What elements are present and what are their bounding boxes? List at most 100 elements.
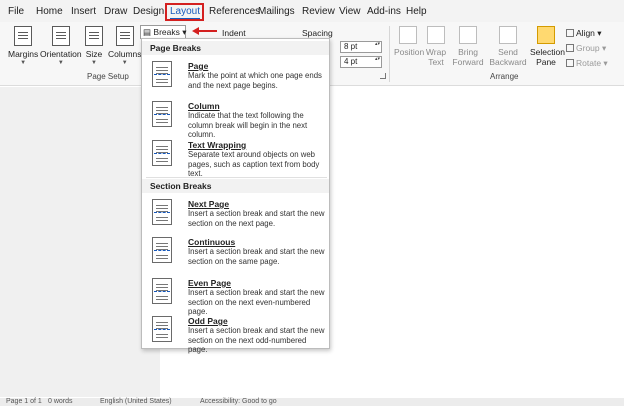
break-next-page-title: Next Page [188,199,230,209]
position-label: Position [394,47,425,57]
spacing-before-stepper[interactable]: 8 pt [340,41,382,53]
break-text-wrapping-desc: Separate text around objects on web page… [188,150,320,178]
chevron-down-icon: ▾ [182,27,187,37]
break-text-wrapping-title: Text Wrapping [188,140,247,150]
bring-forward-button[interactable]: Bring Forward [451,26,485,67]
tab-mailings[interactable]: Mailings [258,6,295,17]
even-page-break-icon [152,278,172,304]
tab-insert[interactable]: Insert [71,6,96,17]
size-button[interactable]: Size ▼ [85,26,103,66]
send-backward-button[interactable]: Send Backward [489,26,527,67]
chevron-down-icon: ▼ [121,60,128,66]
position-button[interactable]: Position [394,26,425,57]
columns-icon [115,26,134,46]
break-page-item[interactable]: Page Mark the point at which one page en… [142,59,329,99]
rotate-icon [566,59,574,67]
group-icon [566,44,574,52]
spacing-label: Spacing [302,28,333,38]
align-button[interactable]: Align ▾ [566,28,602,39]
orientation-label: Orientation [40,49,82,59]
arrange-group-label: Arrange [490,72,519,81]
break-continuous-title: Continuous [188,237,236,247]
break-odd-page-desc: Insert a section break and start the new… [188,326,325,354]
odd-page-break-icon [152,316,172,342]
selection-pane-icon [537,26,555,44]
break-column-desc: Indicate that the text following the col… [188,111,308,139]
indent-label: Indent [222,28,246,38]
tab-home[interactable]: Home [36,6,63,17]
send-backward-icon [499,26,517,44]
breaks-dropdown: Page Breaks Page Mark the point at which… [141,38,330,354]
chevron-down-icon: ▼ [20,60,27,66]
break-even-page-title: Even Page [188,278,231,288]
spacing-before-value: 8 pt [344,42,358,51]
margins-button[interactable]: Margins ▼ [8,26,38,66]
text-wrapping-break-icon [152,140,172,166]
position-icon [399,26,417,44]
page-setup-group-label: Page Setup [87,72,129,81]
tab-review[interactable]: Review [302,6,335,17]
continuous-break-icon [152,237,172,263]
page-break-icon [152,61,172,87]
menu-bar: File Home Insert Draw Design Layout Refe… [0,0,624,22]
tab-design[interactable]: Design [133,6,164,17]
align-icon [566,29,574,37]
orientation-button[interactable]: Orientation ▼ [40,26,82,66]
spacing-after-stepper[interactable]: 4 pt [340,56,382,68]
red-arrow-line [198,30,217,32]
bring-forward-label: Bring Forward [452,47,484,67]
rotate-label: Rotate [576,58,602,68]
status-words[interactable]: 0 words [48,398,73,405]
wrap-text-icon [427,26,445,44]
tab-file[interactable]: File [8,6,24,17]
break-text-wrapping-item[interactable]: Text Wrapping Separate text around objec… [142,138,329,178]
wrap-text-label: Wrap Text [425,47,447,67]
paragraph-launcher-icon[interactable] [380,73,386,79]
status-accessibility[interactable]: Accessibility: Good to go [200,398,277,405]
column-break-icon [152,101,172,127]
margins-icon [14,26,33,46]
columns-label: Columns [108,49,142,59]
break-next-page-item[interactable]: Next Page Insert a section break and sta… [142,197,329,237]
rotate-button[interactable]: Rotate ▾ [566,58,608,69]
group-button[interactable]: Group ▾ [566,43,606,54]
break-even-page-item[interactable]: Even Page Insert a section break and sta… [142,276,329,316]
align-label: Align [576,28,595,38]
chevron-down-icon: ▼ [57,60,64,66]
spacing-after-value: 4 pt [344,57,358,66]
wrap-text-button[interactable]: Wrap Text [424,26,448,67]
status-page[interactable]: Page 1 of 1 [6,398,42,405]
break-continuous-desc: Insert a section break and start the new… [188,247,325,266]
break-page-desc: Mark the point at which one page ends an… [188,71,322,90]
break-odd-page-title: Odd Page [188,316,228,326]
send-backward-label: Send Backward [489,47,527,67]
columns-button[interactable]: Columns ▼ [108,26,142,66]
break-column-item[interactable]: Column Indicate that the text following … [142,99,329,139]
selection-pane-button[interactable]: Selection Pane [530,26,565,67]
status-bar: Page 1 of 1 0 words English (United Stat… [0,398,624,406]
tab-view[interactable]: View [339,6,361,17]
ribbon-separator [389,26,390,82]
break-even-page-desc: Insert a section break and start the new… [188,288,325,316]
section-breaks-header: Section Breaks [142,179,329,193]
next-page-break-icon [152,199,172,225]
break-page-title: Page [188,61,209,71]
dropdown-divider [146,177,327,178]
break-odd-page-item[interactable]: Odd Page Insert a section break and star… [142,314,329,354]
tab-help[interactable]: Help [406,6,427,17]
size-label: Size [85,49,103,59]
break-column-title: Column [188,101,220,111]
break-continuous-item[interactable]: Continuous Insert a section break and st… [142,235,329,275]
page-breaks-header: Page Breaks [142,41,329,55]
chevron-down-icon: ▼ [91,60,97,66]
status-language[interactable]: English (United States) [100,398,172,405]
layout-highlight-box [165,3,204,21]
tab-draw[interactable]: Draw [104,6,127,17]
bring-forward-icon [459,26,477,44]
breaks-button[interactable]: ▤ Breaks ▾ [140,25,187,39]
breaks-label: Breaks [153,27,180,37]
size-icon [85,26,103,46]
tab-add-ins[interactable]: Add-ins [367,6,401,17]
tab-references[interactable]: References [209,6,260,17]
breaks-icon: ▤ [143,27,152,37]
